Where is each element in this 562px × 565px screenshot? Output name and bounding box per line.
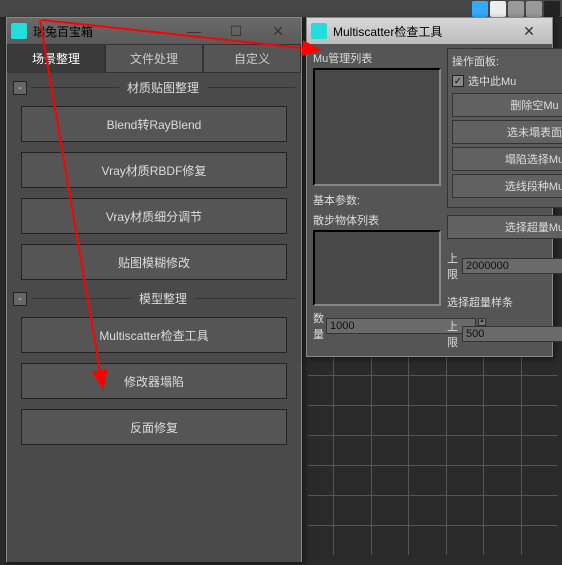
- scatter-list-label: 散步物体列表: [313, 212, 441, 228]
- btn-multiscatter-check[interactable]: Multiscatter检查工具: [21, 317, 286, 353]
- close-button[interactable]: ✕: [263, 23, 293, 40]
- window-title: Multiscatter检查工具: [333, 23, 514, 40]
- maximize-button[interactable]: ☐: [221, 23, 251, 40]
- section-title: 模型整理: [131, 290, 195, 307]
- section-title: 材质贴图整理: [119, 79, 207, 96]
- basic-params-label: 基本参数:: [313, 192, 441, 208]
- titlebar[interactable]: Multiscatter检查工具 ✕: [307, 18, 552, 44]
- upper-input[interactable]: [462, 258, 562, 274]
- treasure-box-window: 瑞兔百宝箱 — ☐ ✕ 场景整理 文件处理 自定义 - 材质贴图整理 Blend…: [6, 17, 302, 562]
- app-icon: [311, 23, 327, 39]
- mu-list-label: Mu管理列表: [313, 50, 441, 66]
- upper-label: 上限: [447, 250, 460, 282]
- count-label: 数量: [313, 310, 324, 342]
- titlebar[interactable]: 瑞兔百宝箱 — ☐ ✕: [7, 18, 301, 44]
- tab-custom[interactable]: 自定义: [203, 44, 301, 73]
- sample-label: 选择超量样条: [447, 294, 562, 310]
- select-mu-checkbox[interactable]: ✓: [452, 75, 464, 87]
- btn-texture-blur[interactable]: 贴图模糊修改: [21, 244, 286, 280]
- ops-panel-label: 操作面板:: [452, 53, 562, 69]
- btn-modifier-collapse[interactable]: 修改器塌陷: [21, 363, 286, 399]
- btn-delete-empty-mu[interactable]: 删除空Mu: [452, 93, 562, 117]
- scatter-list[interactable]: [313, 230, 441, 306]
- toolbar-icon[interactable]: [508, 1, 524, 17]
- mu-list[interactable]: [313, 68, 441, 186]
- viewport-grid: [308, 355, 558, 555]
- sample-upper-input[interactable]: [462, 326, 562, 342]
- section-toggle[interactable]: -: [13, 292, 27, 306]
- btn-collapse-selected[interactable]: 塌陷选择Mu: [452, 147, 562, 171]
- toolbar-icon[interactable]: [490, 1, 506, 17]
- sample-upper-label: 上限: [447, 318, 460, 350]
- btn-select-spline-mu[interactable]: 选线段种Mu: [452, 174, 562, 198]
- multiscatter-inspector-window: Multiscatter检查工具 ✕ Mu管理列表 基本参数: 散步物体列表 数…: [306, 17, 553, 357]
- btn-vray-rbdf[interactable]: Vray材质RBDF修复: [21, 152, 286, 188]
- toolbar-icon[interactable]: [526, 1, 542, 17]
- toolbar-icon[interactable]: [544, 1, 560, 17]
- btn-flip-repair[interactable]: 反面修复: [21, 409, 286, 445]
- window-title: 瑞兔百宝箱: [33, 23, 179, 40]
- tab-file[interactable]: 文件处理: [105, 44, 203, 73]
- app-icon: [11, 23, 27, 39]
- tab-bar: 场景整理 文件处理 自定义: [7, 44, 301, 73]
- btn-select-over-mu[interactable]: 选择超量Mu: [447, 215, 562, 239]
- select-mu-label: 选中此Mu: [468, 73, 516, 89]
- toolbar-icon[interactable]: [472, 1, 488, 17]
- close-button[interactable]: ✕: [514, 23, 544, 40]
- section-toggle[interactable]: -: [13, 81, 27, 95]
- minimize-button[interactable]: —: [179, 23, 209, 40]
- btn-select-uncollapsed[interactable]: 选未塌表面: [452, 120, 562, 144]
- btn-vray-subdiv[interactable]: Vray材质细分调节: [21, 198, 286, 234]
- tab-scene[interactable]: 场景整理: [7, 44, 105, 73]
- btn-blend-rayblend[interactable]: Blend转RayBlend: [21, 106, 286, 142]
